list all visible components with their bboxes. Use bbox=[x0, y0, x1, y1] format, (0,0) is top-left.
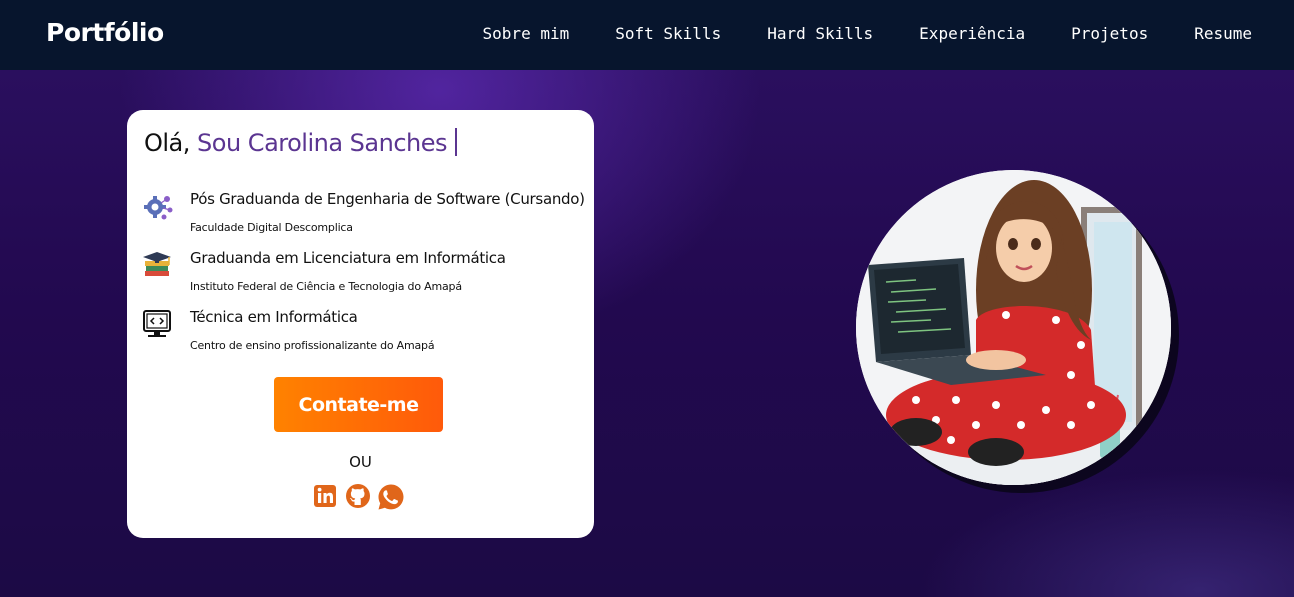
intro-card: Olá, Sou Carolina Sanches Pós Graduanda … bbox=[127, 110, 594, 538]
brand-logo[interactable]: Portfólio bbox=[46, 18, 164, 47]
education-item: Pós Graduanda de Engenharia de Software … bbox=[142, 190, 592, 240]
code-monitor-icon bbox=[142, 308, 174, 340]
nav-link-soft-skills[interactable]: Soft Skills bbox=[615, 24, 721, 43]
education-item: Técnica em Informática Centro de ensino … bbox=[142, 308, 592, 358]
graduation-books-icon bbox=[142, 249, 174, 281]
nav-link-projetos[interactable]: Projetos bbox=[1071, 24, 1148, 43]
education-title: Pós Graduanda de Engenharia de Software … bbox=[190, 190, 585, 208]
education-item: Graduanda em Licenciatura em Informática… bbox=[142, 249, 592, 299]
contact-me-button[interactable]: Contate-me bbox=[274, 377, 443, 432]
or-label: OU bbox=[349, 453, 372, 471]
gear-network-icon bbox=[142, 190, 174, 222]
profile-illustration bbox=[856, 170, 1171, 485]
nav-link-resume[interactable]: Resume bbox=[1194, 24, 1252, 43]
navbar: Portfólio Sobre mim Soft Skills Hard Ski… bbox=[0, 0, 1294, 70]
nav-link-experiencia[interactable]: Experiência bbox=[919, 24, 1025, 43]
social-links bbox=[313, 482, 404, 510]
nav-link-sobre-mim[interactable]: Sobre mim bbox=[483, 24, 570, 43]
typing-cursor bbox=[455, 128, 458, 156]
nav-link-hard-skills[interactable]: Hard Skills bbox=[767, 24, 873, 43]
greeting-prefix: Olá, bbox=[144, 129, 190, 157]
greeting-name: Sou Carolina Sanches bbox=[197, 129, 448, 157]
linkedin-icon[interactable] bbox=[313, 483, 339, 509]
girl-with-laptop-illustration bbox=[856, 170, 1171, 485]
greeting-heading: Olá, Sou Carolina Sanches bbox=[144, 128, 458, 157]
education-institution: Centro de ensino profissionalizante do A… bbox=[190, 339, 435, 352]
education-institution: Faculdade Digital Descomplica bbox=[190, 221, 353, 234]
education-title: Técnica em Informática bbox=[190, 308, 358, 326]
education-title: Graduanda em Licenciatura em Informática bbox=[190, 249, 506, 267]
whatsapp-icon[interactable] bbox=[377, 483, 404, 510]
nav-links: Sobre mim Soft Skills Hard Skills Experi… bbox=[437, 24, 1252, 43]
github-icon[interactable] bbox=[345, 483, 371, 509]
education-institution: Instituto Federal de Ciência e Tecnologi… bbox=[190, 280, 462, 293]
